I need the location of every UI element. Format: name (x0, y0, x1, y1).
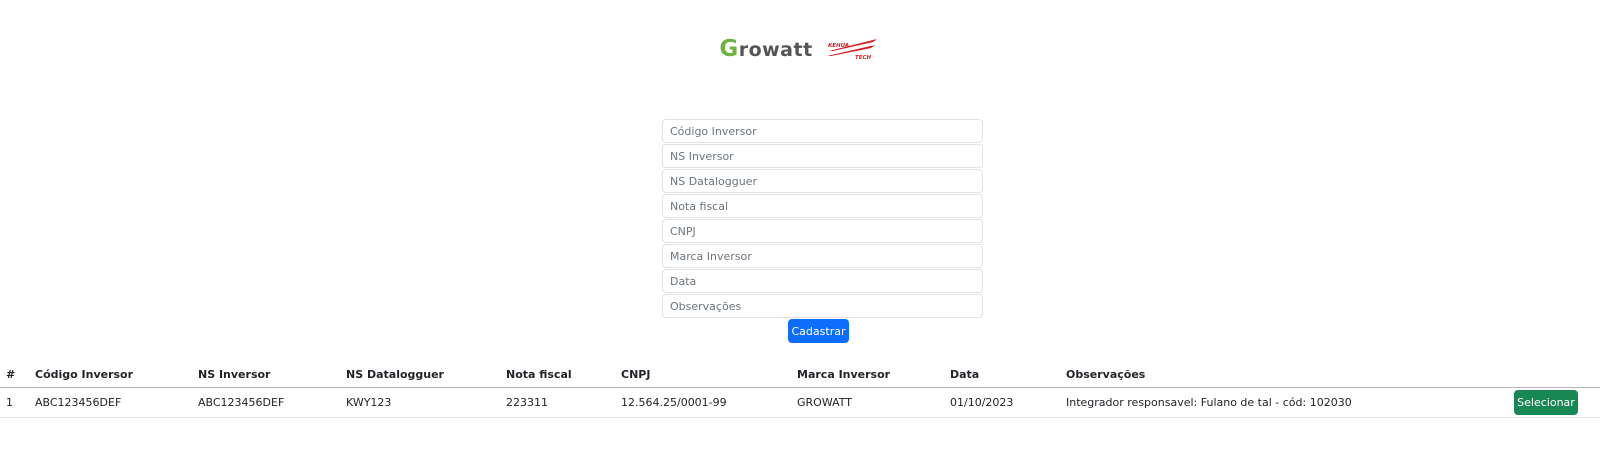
header-cnpj: CNPJ (621, 362, 797, 388)
header-data: Data (950, 362, 1066, 388)
header-ns-datalogguer: NS Datalogguer (346, 362, 506, 388)
cell-codigo-inversor: ABC123456DEF (35, 387, 198, 418)
growatt-logo-initial: G (719, 36, 739, 62)
cell-actions: Selecionar (1514, 387, 1600, 418)
ns-inversor-input[interactable] (662, 144, 983, 168)
selecionar-button[interactable]: Selecionar (1514, 390, 1578, 415)
growatt-logo: Growatt (719, 36, 812, 62)
cadastro-form (662, 119, 983, 319)
cell-marca-inversor: GROWATT (797, 387, 950, 418)
cell-ns-datalogguer: KWY123 (346, 387, 506, 418)
cell-cnpj: 12.564.25/0001-99 (621, 387, 797, 418)
table-row: 1 ABC123456DEF ABC123456DEF KWY123 22331… (0, 387, 1600, 418)
header-marca-inversor: Marca Inversor (797, 362, 950, 388)
header-codigo-inversor: Código Inversor (35, 362, 198, 388)
cell-observacoes: Integrador responsavel: Fulano de tal - … (1066, 387, 1514, 418)
marca-inversor-input[interactable] (662, 244, 983, 268)
header-ns-inversor: NS Inversor (198, 362, 346, 388)
growatt-logo-text: rowatt (738, 39, 813, 61)
header-nota-fiscal: Nota fiscal (506, 362, 621, 388)
inversores-table: # Código Inversor NS Inversor NS Datalog… (0, 362, 1600, 418)
cell-index: 1 (0, 387, 35, 418)
svg-text:TECH: TECH (855, 55, 872, 60)
page: Growatt KEHUA TECH Cadastrar # Código In… (0, 0, 1600, 451)
ns-datalogguer-input[interactable] (662, 169, 983, 193)
cell-ns-inversor: ABC123456DEF (198, 387, 346, 418)
kehua-tech-logo: KEHUA TECH (826, 39, 877, 60)
svg-text:KEHUA: KEHUA (828, 43, 849, 49)
data-input[interactable] (662, 269, 983, 293)
cell-nota-fiscal: 223311 (506, 387, 621, 418)
brand-logos: Growatt KEHUA TECH (0, 36, 1600, 62)
table-header-row: # Código Inversor NS Inversor NS Datalog… (0, 362, 1600, 388)
cadastrar-button[interactable]: Cadastrar (788, 319, 849, 343)
codigo-inversor-input[interactable] (662, 119, 983, 143)
cell-data: 01/10/2023 (950, 387, 1066, 418)
cnpj-input[interactable] (662, 219, 983, 243)
header-index: # (0, 362, 35, 388)
header-actions (1514, 362, 1600, 388)
header-observacoes: Observações (1066, 362, 1514, 388)
nota-fiscal-input[interactable] (662, 194, 983, 218)
observacoes-input[interactable] (662, 294, 983, 318)
